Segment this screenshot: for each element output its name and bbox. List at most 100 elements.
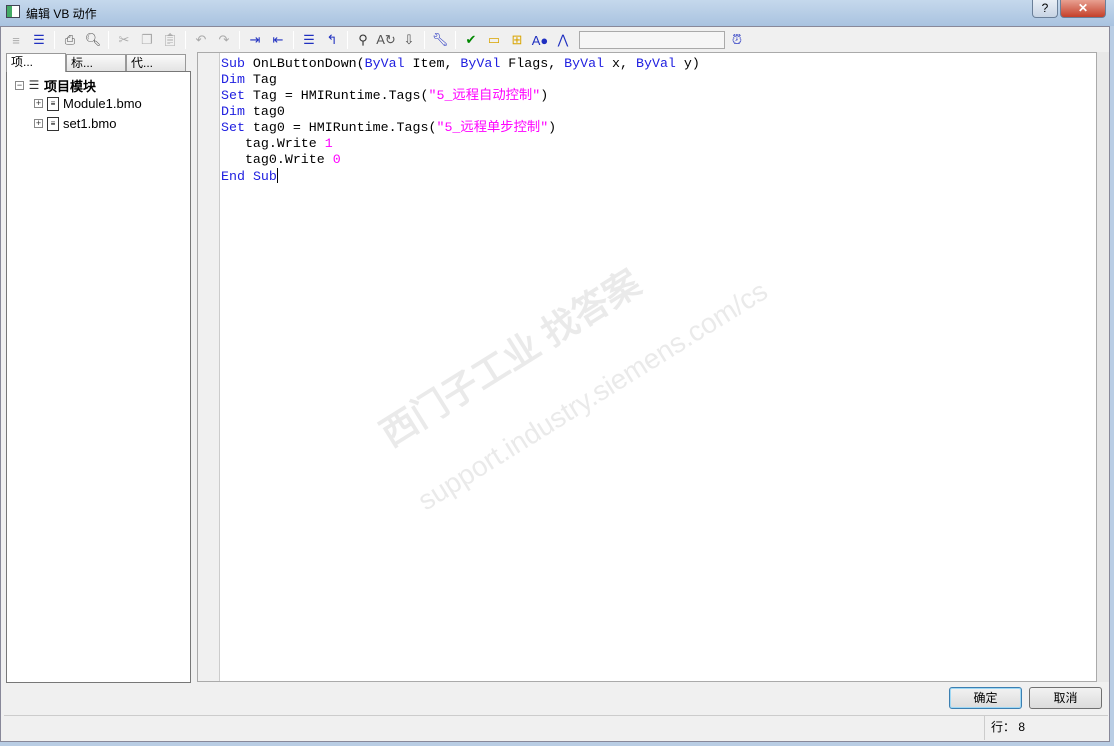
- code-line: tag.Write 1: [221, 136, 700, 152]
- module-list-icon: ☰: [28, 77, 40, 93]
- code-line: End Sub: [221, 168, 700, 185]
- tab-project[interactable]: 项...: [6, 53, 66, 72]
- expand-icon[interactable]: +: [34, 99, 43, 108]
- file-icon: ≡: [47, 96, 59, 111]
- keyword: Sub: [221, 56, 245, 71]
- code: Tag = HMIRuntime.Tags(: [244, 88, 429, 103]
- string: "5_远程单步控制": [436, 120, 549, 135]
- indent-list-icon[interactable]: ☰: [28, 30, 50, 50]
- keyword: Dim: [221, 72, 245, 87]
- list-icon[interactable]: ≡: [5, 30, 27, 50]
- cut-icon[interactable]: ✂: [113, 30, 135, 50]
- dialog: ≡ ☰ ⎙ 🔍︎ ✂ ❐ 📋︎ ↶ ↷ ⇥ ⇤ ☰ ↰ ⚲ A↻ ⇩ 🔧︎ ✔ …: [0, 26, 1110, 742]
- number: 1: [324, 136, 333, 151]
- tree-item-label: Module1.bmo: [63, 96, 142, 111]
- cancel-button[interactable]: 取消: [1029, 687, 1102, 709]
- tree-item[interactable]: + ≡ set1.bmo: [34, 116, 116, 131]
- replace-icon[interactable]: A↻: [375, 30, 397, 50]
- code-line: tag0.Write 0: [221, 152, 700, 168]
- keyword: ByVal: [564, 56, 605, 71]
- line-value: 8: [1018, 720, 1026, 734]
- tag-icon[interactable]: A●: [529, 30, 551, 50]
- line-label: 行：: [991, 720, 1016, 734]
- keyword: ByVal: [636, 56, 676, 71]
- tree-root[interactable]: − ☰ 项目模块: [15, 76, 96, 95]
- print-icon[interactable]: ⎙: [59, 30, 81, 50]
- line-indicator: 行： 8: [984, 716, 1025, 740]
- undo-icon[interactable]: ↶: [190, 30, 212, 50]
- code-text[interactable]: Sub OnLButtonDown(ByVal Item, ByVal Flag…: [221, 56, 700, 185]
- paste-icon[interactable]: 📋︎: [159, 30, 181, 50]
- keyword: Set: [221, 120, 245, 135]
- comment-icon[interactable]: ☰: [298, 30, 320, 50]
- toolbar-search-input[interactable]: [579, 31, 725, 49]
- redo-icon[interactable]: ↷: [213, 30, 235, 50]
- code-line: Dim tag0: [221, 104, 700, 120]
- indent-icon[interactable]: ⇥: [244, 30, 266, 50]
- code: Flags,: [500, 56, 565, 71]
- code-line: Sub OnLButtonDown(ByVal Item, ByVal Flag…: [221, 56, 700, 72]
- separator: [455, 31, 456, 49]
- add-folder-icon[interactable]: ⊞: [506, 30, 528, 50]
- title-bar: 编辑 VB 动作 ? ✕: [0, 0, 1114, 26]
- goto-icon[interactable]: ⇩: [398, 30, 420, 50]
- help-button[interactable]: ?: [1032, 0, 1058, 18]
- copy-icon[interactable]: ❐: [136, 30, 158, 50]
- project-panel: 项... 标... 代... − ☰ 项目模块 + ≡ Module1.bmo …: [6, 53, 191, 683]
- separator: [108, 31, 109, 49]
- code: x,: [604, 56, 636, 71]
- separator: [293, 31, 294, 49]
- vertical-scrollbar[interactable]: [1097, 52, 1109, 682]
- tree-root-label: 项目模块: [44, 79, 97, 94]
- code-line: Dim Tag: [221, 72, 700, 88]
- code: tag.Write: [221, 136, 325, 151]
- alarm-clock-icon[interactable]: ⏰︎: [726, 30, 748, 50]
- compass-icon[interactable]: ⋀: [552, 30, 574, 50]
- code: ): [540, 88, 549, 103]
- code: [245, 169, 253, 184]
- editor-gutter: [198, 53, 220, 681]
- check-icon[interactable]: ✔: [460, 30, 482, 50]
- project-tree: − ☰ 项目模块 + ≡ Module1.bmo + ≡ set1.bmo: [6, 71, 191, 683]
- separator: [54, 31, 55, 49]
- keyword: End: [221, 169, 245, 184]
- window-title: 编辑 VB 动作: [26, 7, 97, 21]
- tab-tags[interactable]: 标...: [66, 54, 126, 72]
- code: Tag: [244, 72, 277, 87]
- separator: [424, 31, 425, 49]
- code: tag0.Write: [221, 152, 333, 167]
- tree-item[interactable]: + ≡ Module1.bmo: [34, 96, 142, 111]
- string: "5_远程自动控制": [428, 88, 541, 103]
- find-icon[interactable]: ⚲: [352, 30, 374, 50]
- toolbar: ≡ ☰ ⎙ 🔍︎ ✂ ❐ 📋︎ ↶ ↷ ⇥ ⇤ ☰ ↰ ⚲ A↻ ⇩ 🔧︎ ✔ …: [5, 29, 1105, 51]
- code: tag0: [244, 104, 285, 119]
- app-icon: [6, 5, 20, 18]
- tree-item-label: set1.bmo: [63, 116, 117, 131]
- keyword: Set: [221, 88, 245, 103]
- code-line: Set Tag = HMIRuntime.Tags("5_远程自动控制"): [221, 88, 700, 104]
- keyword: Sub: [252, 169, 277, 184]
- outdent-icon[interactable]: ⇤: [267, 30, 289, 50]
- number: 0: [332, 152, 341, 167]
- separator: [185, 31, 186, 49]
- status-bar: 行： 8: [4, 715, 1108, 740]
- code: y): [675, 56, 700, 71]
- keyword: Dim: [221, 104, 245, 119]
- text-caret: [276, 168, 278, 183]
- print-preview-icon[interactable]: 🔍︎: [82, 30, 104, 50]
- collapse-icon[interactable]: −: [15, 81, 24, 90]
- keyword: ByVal: [364, 56, 405, 71]
- code: ): [548, 120, 557, 135]
- file-icon: ≡: [47, 116, 59, 131]
- uncomment-icon[interactable]: ↰: [321, 30, 343, 50]
- tab-code[interactable]: 代...: [126, 54, 186, 72]
- close-button[interactable]: ✕: [1060, 0, 1106, 18]
- expand-icon[interactable]: +: [34, 119, 43, 128]
- code: OnLButtonDown(: [244, 56, 365, 71]
- open-folder-icon[interactable]: ▭: [483, 30, 505, 50]
- syntax-check-icon[interactable]: 🔧︎: [429, 30, 451, 50]
- ok-button[interactable]: 确定: [949, 687, 1022, 709]
- separator: [347, 31, 348, 49]
- code-editor[interactable]: Sub OnLButtonDown(ByVal Item, ByVal Flag…: [197, 52, 1097, 682]
- code: Item,: [404, 56, 461, 71]
